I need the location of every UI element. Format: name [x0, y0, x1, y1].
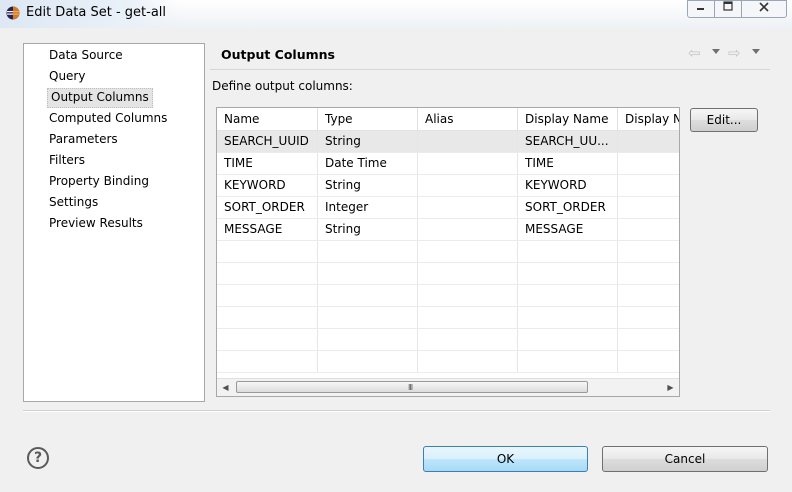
cell-display-n	[618, 175, 679, 196]
cell-alias	[418, 219, 518, 240]
cell-name: SORT_ORDER	[217, 197, 318, 218]
cell-display-n	[618, 219, 679, 240]
column-header-display-n[interactable]: Display N	[618, 108, 679, 130]
table-row[interactable]: SORT_ORDER Integer SORT_ORDER	[217, 197, 679, 219]
cell-alias	[418, 153, 518, 174]
cancel-button[interactable]: Cancel	[602, 446, 768, 472]
nav-item-parameters[interactable]: Parameters	[49, 130, 118, 148]
cell-display-name: MESSAGE	[518, 219, 618, 240]
empty-row	[217, 263, 679, 285]
cell-display-n	[618, 197, 679, 218]
scroll-left-icon[interactable]: ◀	[217, 379, 234, 396]
description-label: Define output columns:	[212, 79, 353, 93]
cell-display-n	[618, 153, 679, 174]
minimize-icon[interactable]	[687, 0, 715, 18]
cell-type: String	[318, 131, 418, 152]
cell-alias	[418, 175, 518, 196]
output-columns-table: Name Type Alias Display Name Display N S…	[216, 107, 680, 397]
nav-item-query[interactable]: Query	[49, 67, 85, 85]
nav-item-preview-results[interactable]: Preview Results	[49, 214, 143, 232]
nav-item-property-binding[interactable]: Property Binding	[49, 172, 149, 190]
table-row[interactable]: KEYWORD String KEYWORD	[217, 175, 679, 197]
forward-dropdown-icon[interactable]	[752, 49, 760, 54]
cell-display-name: TIME	[518, 153, 618, 174]
scroll-right-icon[interactable]: ▶	[662, 379, 679, 396]
cell-type: Integer	[318, 197, 418, 218]
forward-arrow-icon[interactable]: ⇨	[728, 44, 741, 62]
cell-name: SEARCH_UUID	[217, 131, 318, 152]
scrollbar-thumb[interactable]: III	[236, 381, 588, 393]
nav-item-settings[interactable]: Settings	[49, 193, 98, 211]
table-row[interactable]: MESSAGE String MESSAGE	[217, 219, 679, 241]
footer-divider	[23, 410, 770, 412]
column-header-display-name[interactable]: Display Name	[518, 108, 618, 130]
table-body: SEARCH_UUID String SEARCH_UU... TIME Dat…	[217, 131, 679, 373]
cell-alias	[418, 197, 518, 218]
page-nav-list: Data Source Query Output Columns Compute…	[23, 43, 205, 402]
back-dropdown-icon[interactable]	[712, 49, 720, 54]
empty-row	[217, 241, 679, 263]
cell-display-name: SEARCH_UU...	[518, 131, 618, 152]
cell-display-name: KEYWORD	[518, 175, 618, 196]
empty-row	[217, 351, 679, 373]
cell-alias	[418, 131, 518, 152]
cell-name: TIME	[217, 153, 318, 174]
page-title: Output Columns	[221, 47, 335, 62]
cell-name: KEYWORD	[217, 175, 318, 196]
column-header-name[interactable]: Name	[217, 108, 318, 130]
cell-type: String	[318, 219, 418, 240]
back-arrow-icon[interactable]: ⇦	[688, 44, 701, 62]
cell-display-n	[618, 131, 679, 152]
eclipse-app-icon	[6, 6, 20, 20]
title-bar: Edit Data Set - get-all	[0, 0, 792, 28]
ok-button[interactable]: OK	[423, 446, 588, 472]
nav-item-computed-columns[interactable]: Computed Columns	[49, 109, 167, 127]
maximize-icon[interactable]	[714, 0, 742, 18]
cell-display-name: SORT_ORDER	[518, 197, 618, 218]
table-row[interactable]: SEARCH_UUID String SEARCH_UU...	[217, 131, 679, 153]
window-title: Edit Data Set - get-all	[26, 5, 167, 20]
nav-item-filters[interactable]: Filters	[49, 151, 85, 169]
column-header-type[interactable]: Type	[318, 108, 418, 130]
empty-row	[217, 329, 679, 351]
close-icon[interactable]	[741, 0, 787, 18]
scrollbar-grip: III	[408, 383, 413, 392]
edit-button[interactable]: Edit...	[690, 108, 758, 132]
empty-row	[217, 285, 679, 307]
cell-type: Date Time	[318, 153, 418, 174]
empty-row	[217, 307, 679, 329]
header-divider	[210, 69, 770, 70]
nav-item-data-source[interactable]: Data Source	[49, 46, 123, 64]
help-icon[interactable]: ?	[27, 447, 49, 469]
nav-item-output-columns[interactable]: Output Columns	[47, 88, 153, 108]
cell-name: MESSAGE	[217, 219, 318, 240]
column-header-alias[interactable]: Alias	[418, 108, 518, 130]
cell-type: String	[318, 175, 418, 196]
table-header: Name Type Alias Display Name Display N	[217, 108, 679, 131]
title-tab: Edit Data Set - get-all	[0, 0, 180, 28]
horizontal-scrollbar[interactable]: ◀ III ▶	[217, 378, 679, 396]
table-row[interactable]: TIME Date Time TIME	[217, 153, 679, 175]
